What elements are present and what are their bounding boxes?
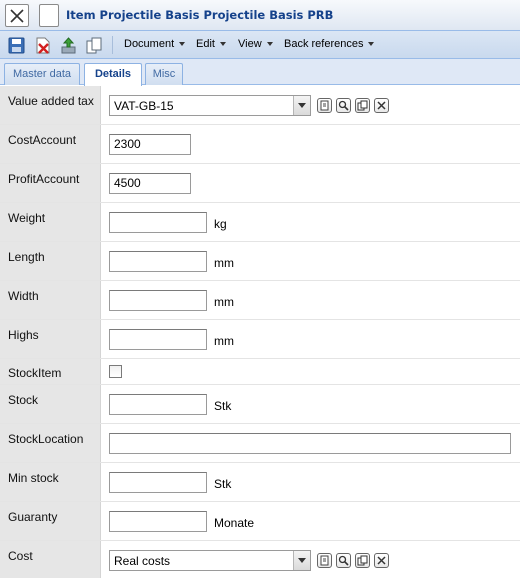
vat-clear-button[interactable] (374, 98, 389, 113)
row-cost-account: CostAccount 2300 (0, 125, 520, 164)
cost-value: Real costs (114, 554, 171, 568)
cost-clear-button[interactable] (374, 553, 389, 568)
save-icon[interactable] (8, 37, 25, 54)
width-unit: mm (214, 295, 234, 309)
guaranty-label: Guaranty (8, 510, 58, 524)
open-record-icon (320, 100, 329, 111)
close-icon (10, 9, 24, 23)
highs-input[interactable] (109, 329, 207, 350)
search-icon (338, 555, 349, 566)
copy-icon (357, 100, 368, 111)
cost-account-input[interactable]: 2300 (109, 134, 191, 155)
vat-search-button[interactable] (336, 98, 351, 113)
stock-location-input[interactable] (109, 433, 511, 454)
guaranty-unit: Monate (214, 516, 255, 530)
tab-misc[interactable]: Misc (145, 63, 183, 85)
stock-item-checkbox[interactable] (109, 365, 122, 378)
row-length: Length mm (0, 242, 520, 281)
vat-label: Value added tax (8, 94, 94, 108)
toolbar-separator (112, 36, 113, 54)
delete-icon[interactable] (34, 37, 51, 54)
vat-select[interactable]: VAT-GB-15 (109, 95, 311, 116)
row-width: Width mm (0, 281, 520, 320)
stock-item-label: StockItem (8, 366, 62, 380)
stock-input[interactable] (109, 394, 207, 415)
stock-location-label: StockLocation (8, 432, 84, 446)
row-min-stock: Min stock Stk (0, 463, 520, 502)
chevron-down-icon (298, 103, 306, 108)
stock-unit: Stk (214, 399, 232, 413)
open-record-icon (320, 555, 329, 566)
row-highs: Highs mm (0, 320, 520, 359)
min-stock-label: Min stock (8, 471, 59, 485)
highs-unit: mm (214, 334, 234, 348)
toolbar: Document Edit View Back references (0, 31, 520, 59)
min-stock-input[interactable] (109, 472, 207, 493)
tab-details[interactable]: Details (84, 63, 142, 86)
row-stock-location: StockLocation (0, 424, 520, 463)
chevron-down-icon (298, 558, 306, 563)
profit-account-input[interactable]: 4500 (109, 173, 191, 194)
weight-unit: kg (214, 217, 227, 231)
row-weight: Weight kg (0, 203, 520, 242)
row-stock: Stock Stk (0, 385, 520, 424)
export-icon[interactable] (60, 37, 77, 54)
weight-input[interactable] (109, 212, 207, 233)
clear-icon (377, 556, 386, 565)
details-form: Value added tax VAT-GB-15 CostAccount 23… (0, 86, 520, 578)
copy-icon[interactable] (86, 37, 103, 54)
menu-view[interactable]: View (238, 38, 273, 50)
length-input[interactable] (109, 251, 207, 272)
cost-open-button[interactable] (317, 553, 332, 568)
stock-label: Stock (8, 393, 39, 407)
cost-dropdown-button[interactable] (293, 551, 310, 570)
menu-back-references[interactable]: Back references (284, 38, 375, 50)
search-icon (338, 100, 349, 111)
copy-icon (357, 555, 368, 566)
profit-account-label: ProfitAccount (8, 172, 80, 186)
tab-strip: Master data Details Misc (0, 59, 520, 86)
vat-dropdown-button[interactable] (293, 96, 310, 115)
highs-label: Highs (8, 328, 39, 342)
menu-document[interactable]: Document (124, 38, 186, 50)
row-guaranty: Guaranty Monate (0, 502, 520, 541)
clear-icon (377, 101, 386, 110)
weight-label: Weight (8, 211, 46, 225)
cost-select[interactable]: Real costs (109, 550, 311, 571)
vat-value: VAT-GB-15 (114, 99, 174, 113)
guaranty-input[interactable] (109, 511, 207, 532)
min-stock-unit: Stk (214, 477, 232, 491)
vat-open-button[interactable] (317, 98, 332, 113)
menu-edit[interactable]: Edit (196, 38, 226, 50)
row-profit-account: ProfitAccount 4500 (0, 164, 520, 203)
cost-copy-button[interactable] (355, 553, 370, 568)
row-cost: Cost Real costs (0, 541, 520, 578)
width-label: Width (8, 289, 39, 303)
document-icon (39, 4, 59, 27)
row-vat: Value added tax VAT-GB-15 (0, 86, 520, 125)
vat-copy-button[interactable] (355, 98, 370, 113)
close-button[interactable] (5, 4, 29, 27)
cost-account-label: CostAccount (8, 133, 77, 147)
cost-search-button[interactable] (336, 553, 351, 568)
length-unit: mm (214, 256, 234, 270)
cost-label: Cost (8, 549, 33, 563)
width-input[interactable] (109, 290, 207, 311)
row-stock-item: StockItem (0, 359, 520, 385)
tab-master-data[interactable]: Master data (4, 63, 80, 85)
title-bar: Item Projectile Basis Projectile Basis P… (0, 0, 520, 31)
window-title: Item Projectile Basis Projectile Basis P… (66, 8, 334, 22)
length-label: Length (8, 250, 45, 264)
